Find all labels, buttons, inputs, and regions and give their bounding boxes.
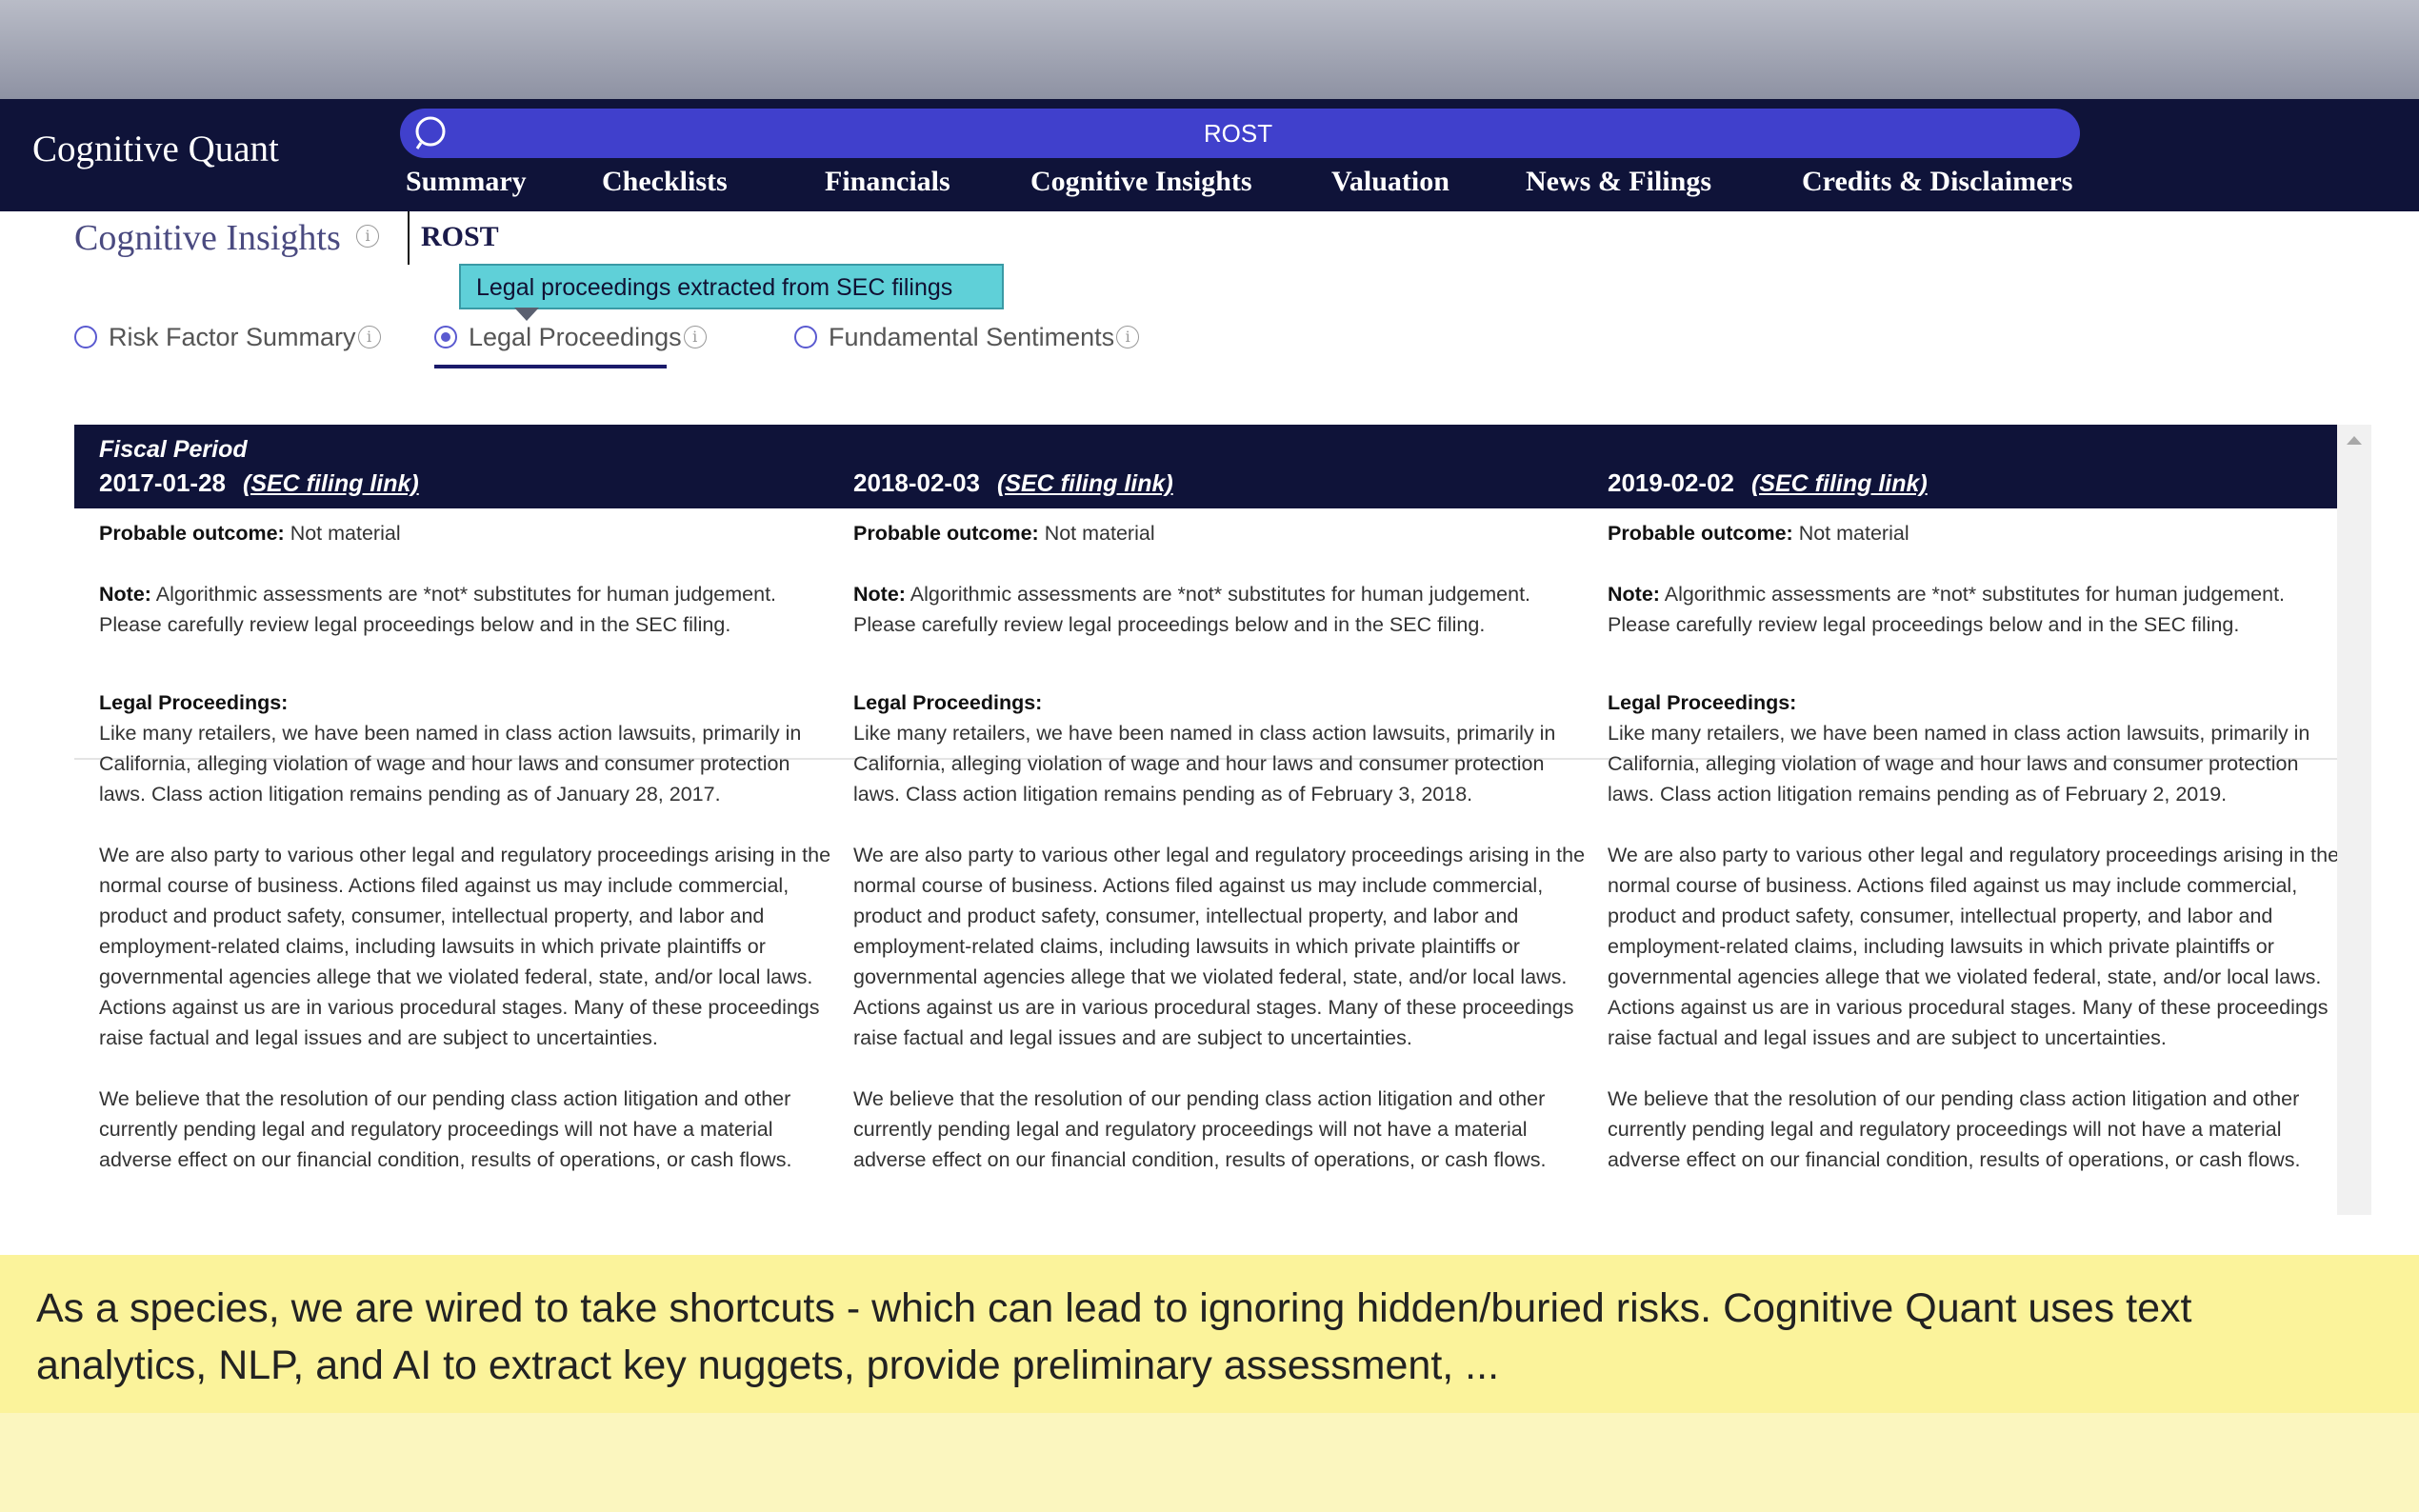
legal-paragraph: We are also party to various other legal… bbox=[853, 844, 1586, 1049]
fiscal-period-label: Fiscal Period bbox=[99, 436, 248, 463]
table-header: Fiscal Period 2017-01-28 (SEC filing link… bbox=[74, 425, 2337, 508]
note-label: Note: bbox=[99, 583, 151, 606]
table-column: Probable outcome: Not material Note: Alg… bbox=[853, 508, 1587, 1215]
note-text: Algorithmic assessments are *not* substi… bbox=[853, 583, 1531, 636]
search-input[interactable] bbox=[476, 109, 2000, 158]
vertical-scrollbar[interactable] bbox=[2337, 425, 2371, 1215]
legal-paragraph: We are also party to various other legal… bbox=[1608, 844, 2340, 1049]
tab-financials[interactable]: Financials bbox=[825, 166, 950, 198]
legal-proceedings-text: Legal Proceedings: Like many retailers, … bbox=[99, 687, 832, 1205]
option-label: Legal Proceedings bbox=[469, 322, 682, 351]
probable-outcome: Probable outcome: Not material bbox=[99, 518, 832, 548]
nav-tabs: Summary Checklists Financials Cognitive … bbox=[0, 166, 2419, 208]
scroll-up-arrow-icon[interactable] bbox=[2347, 436, 2362, 445]
sec-filing-link[interactable]: (SEC filing link) bbox=[997, 470, 1173, 497]
outcome-label: Probable outcome: bbox=[1608, 522, 1793, 545]
outcome-value: Not material bbox=[1044, 522, 1155, 545]
column-header: 2019-02-02 (SEC filing link) bbox=[1608, 468, 1928, 498]
radio-button[interactable] bbox=[74, 326, 97, 348]
legal-proceedings-text: Legal Proceedings: Like many retailers, … bbox=[853, 687, 1587, 1205]
column-header: 2018-02-03 (SEC filing link) bbox=[853, 468, 1173, 498]
sec-filing-link[interactable]: (SEC filing link) bbox=[1751, 470, 1928, 497]
option-label: Fundamental Sentiments bbox=[829, 322, 1115, 351]
table-column: Probable outcome: Not material Note: Alg… bbox=[99, 508, 832, 1215]
legal-proceedings-text: Legal Proceedings: Like many retailers, … bbox=[1608, 687, 2341, 1205]
top-navbar: Cognitive Quant Summary Checklists Finan… bbox=[0, 99, 2419, 211]
table-column: Probable outcome: Not material Note: Alg… bbox=[1608, 508, 2341, 1215]
active-option-underline bbox=[434, 365, 667, 368]
tooltip: Legal proceedings extracted from SEC fil… bbox=[459, 264, 1004, 309]
sec-filing-link[interactable]: (SEC filing link) bbox=[243, 470, 419, 497]
legal-paragraph: We believe that the resolution of our pe… bbox=[1608, 1087, 2301, 1171]
note-text: Algorithmic assessments are *not* substi… bbox=[99, 583, 777, 636]
page-title: Cognitive Insights bbox=[74, 218, 341, 258]
radio-button-selected[interactable] bbox=[434, 326, 457, 348]
info-icon[interactable]: i bbox=[357, 326, 381, 348]
probable-outcome: Probable outcome: Not material bbox=[1608, 518, 2341, 548]
header-divider bbox=[408, 211, 410, 265]
note-label: Note: bbox=[853, 583, 906, 606]
tab-summary[interactable]: Summary bbox=[406, 166, 527, 198]
note: Note: Algorithmic assessments are *not* … bbox=[1608, 579, 2341, 640]
outcome-value: Not material bbox=[290, 522, 401, 545]
legal-paragraph: We believe that the resolution of our pe… bbox=[99, 1087, 792, 1171]
promo-text: As a species, we are wired to take short… bbox=[36, 1285, 2192, 1388]
fiscal-date: 2018-02-03 bbox=[853, 468, 980, 497]
bottom-background bbox=[0, 1413, 2419, 1512]
tab-news-filings[interactable]: News & Filings bbox=[1526, 166, 1711, 198]
tab-valuation[interactable]: Valuation bbox=[1331, 166, 1449, 198]
legal-proceedings-table: Fiscal Period 2017-01-28 (SEC filing link… bbox=[74, 425, 2371, 1215]
note-label: Note: bbox=[1608, 583, 1660, 606]
outcome-label: Probable outcome: bbox=[853, 522, 1039, 545]
search-bar[interactable] bbox=[400, 109, 2080, 158]
fiscal-date: 2017-01-28 bbox=[99, 468, 226, 497]
note-text: Algorithmic assessments are *not* substi… bbox=[1608, 583, 2286, 636]
note: Note: Algorithmic assessments are *not* … bbox=[853, 579, 1587, 640]
legal-label: Legal Proceedings: bbox=[1608, 691, 1797, 714]
info-icon[interactable]: i bbox=[683, 326, 707, 348]
table-body: Probable outcome: Not material Note: Alg… bbox=[74, 508, 2339, 1215]
fiscal-date: 2019-02-02 bbox=[1608, 468, 1734, 497]
legal-label: Legal Proceedings: bbox=[99, 691, 289, 714]
promo-banner: As a species, we are wired to take short… bbox=[0, 1255, 2419, 1413]
search-icon[interactable] bbox=[413, 114, 451, 152]
legal-paragraph: Like many retailers, we have been named … bbox=[99, 722, 802, 806]
tab-cognitive-insights[interactable]: Cognitive Insights bbox=[1030, 166, 1252, 198]
option-legal-proceedings[interactable]: Legal Proceedings i bbox=[434, 318, 707, 356]
legal-paragraph: Like many retailers, we have been named … bbox=[1608, 722, 2310, 806]
info-icon[interactable]: i bbox=[1116, 326, 1140, 348]
legal-paragraph: We are also party to various other legal… bbox=[99, 844, 831, 1049]
note: Note: Algorithmic assessments are *not* … bbox=[99, 579, 832, 640]
legal-paragraph: We believe that the resolution of our pe… bbox=[853, 1087, 1547, 1171]
info-icon[interactable]: i bbox=[356, 225, 379, 248]
probable-outcome: Probable outcome: Not material bbox=[853, 518, 1587, 548]
outcome-value: Not material bbox=[1798, 522, 1909, 545]
radio-button[interactable] bbox=[794, 326, 817, 348]
outcome-label: Probable outcome: bbox=[99, 522, 285, 545]
option-risk-factor-summary[interactable]: Risk Factor Summary i bbox=[74, 318, 381, 356]
tab-checklists[interactable]: Checklists bbox=[602, 166, 728, 198]
top-background bbox=[0, 0, 2419, 99]
option-label: Risk Factor Summary bbox=[109, 322, 356, 351]
option-fundamental-sentiments[interactable]: Fundamental Sentiments i bbox=[794, 318, 1140, 356]
brand-logo[interactable]: Cognitive Quant bbox=[32, 128, 279, 170]
legal-label: Legal Proceedings: bbox=[853, 691, 1043, 714]
column-header: 2017-01-28 (SEC filing link) bbox=[99, 468, 419, 498]
legal-paragraph: Like many retailers, we have been named … bbox=[853, 722, 1556, 806]
page-header: Cognitive Insights i ROST bbox=[0, 211, 2419, 269]
tab-credits-disclaimers[interactable]: Credits & Disclaimers bbox=[1802, 166, 2072, 198]
ticker-label: ROST bbox=[421, 221, 499, 252]
